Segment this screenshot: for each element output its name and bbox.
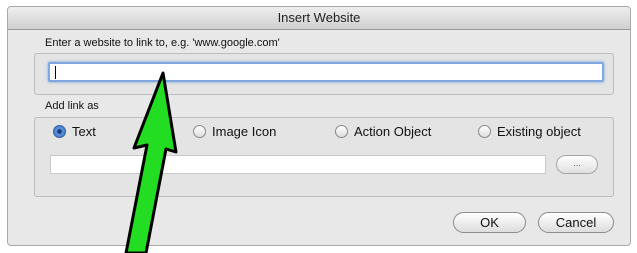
- add-link-label: Add link as: [45, 100, 99, 112]
- website-url-input[interactable]: [48, 62, 604, 82]
- radio-image-icon[interactable]: Image Icon: [193, 124, 276, 139]
- insert-website-dialog: Insert Website Enter a website to link t…: [7, 6, 631, 246]
- radio-text[interactable]: Text: [53, 124, 96, 139]
- radio-existing-object[interactable]: Existing object: [478, 124, 581, 139]
- radio-unselected-icon: [193, 125, 206, 138]
- radio-unselected-icon: [335, 125, 348, 138]
- ok-button[interactable]: OK: [453, 212, 526, 233]
- radio-existing-object-label: Existing object: [497, 124, 581, 139]
- object-field[interactable]: [50, 155, 546, 174]
- cancel-button[interactable]: Cancel: [538, 212, 614, 233]
- radio-action-object[interactable]: Action Object: [335, 124, 431, 139]
- dialog-title: Insert Website: [8, 7, 630, 30]
- url-label: Enter a website to link to, e.g. 'www.go…: [45, 37, 280, 49]
- browse-button[interactable]: ...: [556, 155, 598, 174]
- radio-selected-icon: [53, 125, 66, 138]
- radio-image-icon-label: Image Icon: [212, 124, 277, 139]
- radio-action-object-label: Action Object: [354, 124, 432, 139]
- radio-text-label: Text: [72, 124, 96, 139]
- radio-unselected-icon: [478, 125, 491, 138]
- text-caret: [55, 66, 56, 79]
